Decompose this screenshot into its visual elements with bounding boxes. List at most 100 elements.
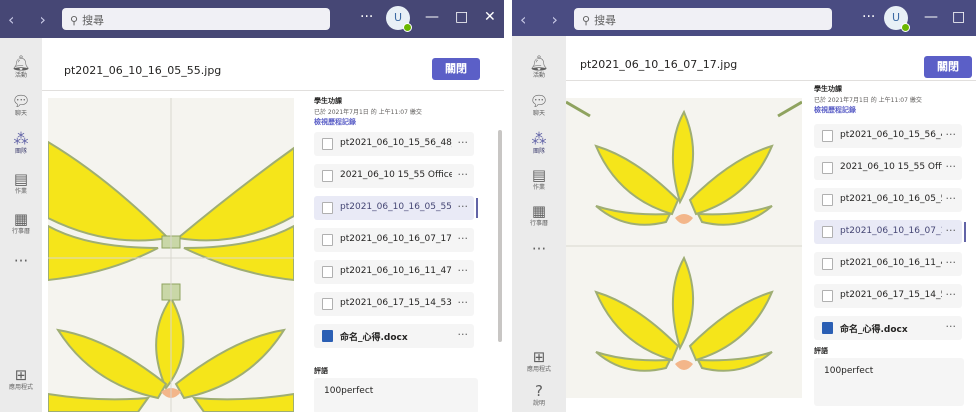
- close-window-button[interactable]: ✕: [484, 9, 496, 25]
- nav-arrows[interactable]: ‹ ›: [8, 10, 56, 29]
- rail-item-more[interactable]: ···: [512, 240, 566, 258]
- image-preview: [48, 98, 294, 412]
- rail-item-help[interactable]: ? 說明: [512, 382, 566, 408]
- search-input[interactable]: ⚲ 搜尋: [62, 8, 330, 30]
- help-icon: ?: [535, 382, 543, 400]
- app-rail: 🔔︎ 活動 💬︎ 聊天 ⁂ 團隊 ▤ 作業 ▦ 行事曆 ··· ⊞ 應用程式 ? 說明: [512, 36, 566, 412]
- image-file-icon: [322, 234, 333, 246]
- submitted-date: 已於 2021年7月1日 的 上午11:07 繳交: [814, 97, 922, 104]
- rail-item-more[interactable]: ···: [0, 252, 42, 270]
- attachment-item[interactable]: pt2021_06_10_15_56_48_···: [814, 124, 962, 148]
- more-icon[interactable]: ···: [946, 320, 957, 333]
- teams-window-left: ‹ › ⚲ 搜尋 ··· U — □ ✕ 🔔︎ 活動 💬︎ 聊天 ⁂ 團隊 ▤ 作業 ▦ 行…: [0, 0, 504, 412]
- rail-item-assignments[interactable]: ▤ 作業: [512, 166, 566, 192]
- attachment-item[interactable]: pt2021_06_10_16_11_47.j···: [314, 260, 474, 284]
- attachment-item[interactable]: pt2021_06_10_16_11_47.j···: [814, 252, 962, 276]
- scrollbar[interactable]: [498, 130, 502, 342]
- attachment-item-selected[interactable]: pt2021_06_10_16_05_55. ···: [314, 196, 478, 220]
- image-file-icon: [822, 130, 833, 142]
- maximize-button[interactable]: □: [455, 9, 468, 25]
- search-icon: ⚲: [70, 14, 79, 27]
- view-history-link[interactable]: 檢視歷程記錄: [314, 117, 482, 127]
- more-icon[interactable]: ···: [458, 328, 469, 341]
- file-viewer: pt2021_06_10_16_05_55.jpg 關閉 學生功課 已於 202…: [42, 38, 504, 412]
- rail-item-chat[interactable]: 💬︎ 聊天: [0, 92, 42, 118]
- selection-indicator: [964, 222, 966, 242]
- header-divider: [566, 80, 976, 81]
- panel-title: 學生功課: [814, 85, 842, 93]
- rail-item-teams[interactable]: ⁂ 團隊: [512, 130, 566, 156]
- more-icon[interactable]: ···: [946, 160, 957, 173]
- close-viewer-button[interactable]: 關閉: [924, 56, 972, 78]
- image-file-icon: [822, 290, 833, 302]
- more-icon[interactable]: ···: [946, 128, 957, 141]
- word-file-icon: [322, 330, 333, 342]
- rail-item-teams[interactable]: ⁂ 團隊: [0, 130, 42, 156]
- view-history-link[interactable]: 檢視歷程記錄: [814, 105, 974, 115]
- more-icon: ···: [13, 252, 29, 270]
- rail-item-chat[interactable]: 💬︎ 聊天: [512, 92, 566, 118]
- rail-item-activity[interactable]: 🔔︎ 活動: [512, 54, 566, 80]
- presence-indicator: [403, 23, 412, 32]
- attachment-item[interactable]: pt2021_06_10_15_56_48_···: [314, 132, 474, 156]
- minimize-button[interactable]: —: [425, 9, 439, 25]
- rail-item-apps[interactable]: ⊞ 應用程式: [512, 348, 566, 374]
- chat-icon: 💬︎: [11, 92, 31, 110]
- word-file-icon: [822, 322, 833, 334]
- feedback-box[interactable]: 100perfect: [814, 358, 964, 406]
- attachment-item[interactable]: pt2021_06_10_16_07_17.j ···: [314, 228, 474, 252]
- search-input[interactable]: ⚲ 搜尋: [574, 8, 832, 30]
- attachment-item[interactable]: 2021_06_10 15_55 Office···: [814, 156, 962, 180]
- image-file-icon: [322, 170, 333, 182]
- nav-arrows[interactable]: ‹ ›: [520, 10, 568, 29]
- feedback-box[interactable]: 100perfect: [314, 378, 478, 412]
- avatar[interactable]: U: [386, 6, 412, 32]
- close-viewer-button[interactable]: 關閉: [432, 58, 480, 80]
- attachment-item-selected[interactable]: pt2021_06_10_16_07_17.j···: [814, 220, 966, 244]
- more-icon[interactable]: ···: [458, 136, 469, 149]
- rail-item-calendar[interactable]: ▦ 行事曆: [0, 210, 42, 236]
- image-file-icon: [322, 202, 333, 214]
- image-file-icon: [822, 194, 833, 206]
- minimize-button[interactable]: —: [924, 9, 938, 25]
- rail-item-assignments[interactable]: ▤ 作業: [0, 170, 42, 196]
- file-title: pt2021_06_10_16_05_55.jpg: [64, 64, 222, 77]
- image-file-icon: [322, 138, 333, 150]
- more-options-button[interactable]: ···: [862, 9, 875, 25]
- rail-item-activity[interactable]: 🔔︎ 活動: [0, 54, 42, 80]
- rail-item-calendar[interactable]: ▦ 行事曆: [512, 202, 566, 228]
- title-bar: ‹ › ⚲ 搜尋 ··· U — □: [512, 0, 976, 36]
- more-icon[interactable]: ···: [458, 232, 469, 245]
- attachment-item[interactable]: pt2021_06_17_15_14_53 t···: [314, 292, 474, 316]
- more-icon[interactable]: ···: [458, 200, 469, 213]
- submission-panel: 學生功課 已於 2021年7月1日 的 上午11:07 繳交 檢視歷程記錄 pt…: [814, 84, 974, 406]
- more-icon[interactable]: ···: [946, 224, 957, 237]
- rail-item-apps[interactable]: ⊞ 應用程式: [0, 366, 42, 392]
- presence-indicator: [901, 23, 910, 32]
- submitted-date: 已於 2021年7月1日 的 上午11:07 繳交: [314, 109, 422, 116]
- bell-icon: 🔔︎: [11, 54, 31, 72]
- more-icon[interactable]: ···: [946, 288, 957, 301]
- attachment-item[interactable]: 命名_心得.docx ···: [814, 316, 962, 340]
- kaleidoscope-image: [566, 98, 802, 398]
- image-file-icon: [322, 298, 333, 310]
- more-icon[interactable]: ···: [946, 256, 957, 269]
- maximize-button[interactable]: □: [952, 9, 965, 25]
- teams-icon: ⁂: [531, 130, 547, 148]
- attachment-item[interactable]: pt2021_06_10_16_05_55.···: [814, 188, 962, 212]
- avatar[interactable]: U: [884, 6, 910, 32]
- bell-icon: 🔔︎: [529, 54, 549, 72]
- feedback-label: 評語: [814, 347, 828, 355]
- more-options-button[interactable]: ···: [360, 9, 373, 25]
- image-file-icon: [822, 162, 833, 174]
- attachment-item[interactable]: 2021_06_10 15_55 Office···: [314, 164, 474, 188]
- assignments-icon: ▤: [13, 170, 29, 188]
- more-icon[interactable]: ···: [458, 168, 469, 181]
- attachment-item[interactable]: pt2021_06_17_15_14_53 t···: [814, 284, 962, 308]
- more-icon[interactable]: ···: [946, 192, 957, 205]
- more-icon[interactable]: ···: [458, 264, 469, 277]
- header-divider: [42, 90, 504, 91]
- file-viewer: pt2021_06_10_16_07_17.jpg 關閉 學生功課 已於 202…: [566, 36, 976, 412]
- attachment-item[interactable]: 命名_心得.docx ···: [314, 324, 474, 348]
- more-icon[interactable]: ···: [458, 296, 469, 309]
